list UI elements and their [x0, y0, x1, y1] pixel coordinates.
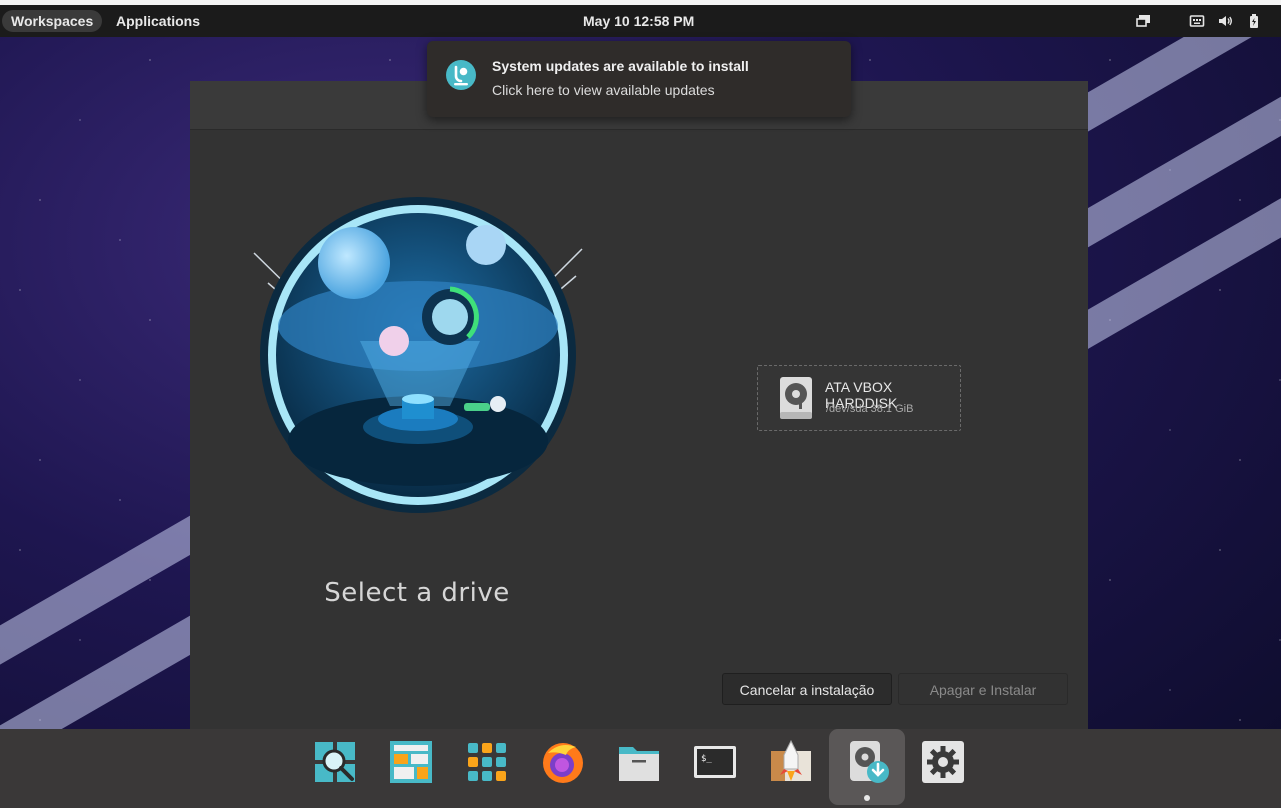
running-indicator	[864, 795, 870, 801]
applications-button[interactable]: Applications	[107, 10, 209, 32]
files-icon[interactable]	[616, 739, 662, 785]
installer-illustration	[253, 197, 583, 513]
volume-icon[interactable]	[1217, 13, 1233, 29]
notification-title: System updates are available to install	[492, 58, 749, 74]
drive-option-sda[interactable]: ATA VBOX HARDDISK /dev/sda 38.1 GiB	[757, 365, 961, 431]
updates-notification[interactable]: System updates are available to install …	[427, 41, 851, 117]
workspaces-button[interactable]: Workspaces	[2, 10, 103, 32]
erase-and-install-button[interactable]: Apagar e Instalar	[898, 673, 1068, 705]
drive-info: /dev/sda 38.1 GiB	[826, 403, 914, 415]
settings-icon[interactable]	[920, 739, 966, 785]
firefox-icon[interactable]	[540, 739, 586, 785]
installer-window: Select a drive ATA VBOX HARDDISK /dev/sd…	[190, 81, 1088, 729]
workspaces-app-icon[interactable]	[388, 739, 434, 785]
keyboard-icon[interactable]	[1189, 13, 1205, 29]
app-library-icon[interactable]	[464, 739, 510, 785]
battery-icon[interactable]	[1246, 13, 1262, 29]
clock[interactable]: May 10 12:58 PM	[583, 10, 694, 32]
cancel-install-button[interactable]: Cancelar a instalação	[722, 673, 892, 705]
search-app-icon[interactable]	[312, 739, 358, 785]
installer-app-icon[interactable]	[844, 739, 890, 785]
harddisk-icon	[780, 377, 812, 419]
dock: $_	[0, 729, 1281, 808]
terminal-icon[interactable]: $_	[692, 739, 738, 785]
pop-shop-icon	[446, 60, 476, 90]
svg-text:$_: $_	[701, 754, 712, 764]
select-drive-heading: Select a drive	[324, 578, 510, 608]
installer-launcher-icon[interactable]	[768, 739, 814, 785]
top-bar: Workspaces Applications May 10 12:58 PM	[0, 5, 1281, 37]
display-icon[interactable]	[1136, 13, 1152, 29]
notification-body: Click here to view available updates	[492, 82, 715, 98]
